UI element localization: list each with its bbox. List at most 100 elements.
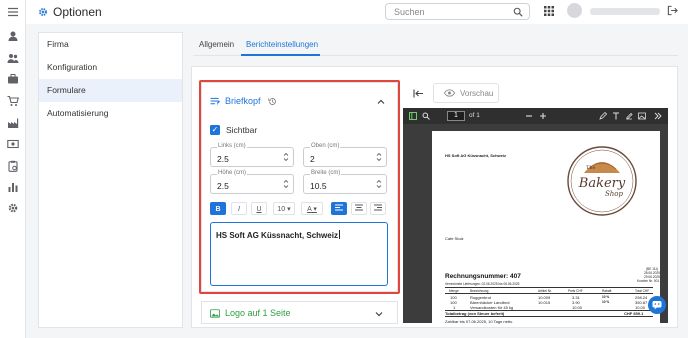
oben-field[interactable]: Oben (cm) 2 <box>303 143 387 167</box>
nav-item-firma[interactable]: Firma <box>39 33 182 56</box>
logo-card-title: Logo auf 1 Seite <box>225 308 291 318</box>
pdf-toolbar: 1 of 1 <box>403 108 668 124</box>
pdf-recipient: Cafe Stolz <box>445 236 464 241</box>
stepper-icon[interactable] <box>283 178 289 190</box>
logo-text-the: The <box>586 165 596 171</box>
preview-button[interactable]: Vorschau <box>433 83 499 103</box>
pdf-row-discount: 10 % <box>602 295 610 299</box>
search-icon[interactable] <box>513 7 523 17</box>
sidebar-icon[interactable] <box>409 112 417 120</box>
briefkopf-header[interactable]: Briefkopf <box>210 96 277 106</box>
apps-grid-icon[interactable] <box>544 6 554 16</box>
nav-item-automatisierung[interactable]: Automatisierung <box>39 102 182 125</box>
hoehe-value: 2.5 <box>217 181 229 191</box>
oben-value: 2 <box>310 154 315 164</box>
person-icon[interactable] <box>7 30 19 42</box>
stepper-icon[interactable] <box>376 151 382 163</box>
stepper-icon[interactable] <box>283 151 289 163</box>
image-icon <box>210 308 220 318</box>
logo-card[interactable]: Logo auf 1 Seite <box>201 301 398 324</box>
breite-value: 10.5 <box>310 181 327 191</box>
user-name-redacted <box>590 8 660 15</box>
chevron-down-icon[interactable] <box>375 310 383 318</box>
align-center-icon <box>355 204 363 211</box>
pdf-row-discount: 10 % <box>602 300 610 304</box>
font-size-select[interactable]: 10 ▾ <box>273 202 295 215</box>
bold-button[interactable]: B <box>210 202 226 215</box>
settings-nav: Firma Konfiguration Formulare Automatisi… <box>38 32 183 328</box>
history-icon[interactable] <box>267 97 277 106</box>
preview-label: Vorschau <box>460 88 494 98</box>
gear-icon[interactable] <box>7 202 19 214</box>
logout-icon[interactable] <box>667 5 678 16</box>
chat-button[interactable] <box>648 296 666 314</box>
factory-icon[interactable] <box>7 117 19 129</box>
tab-bar: Allgemein Berichteinstellungen <box>193 32 678 56</box>
edit-icon[interactable] <box>625 112 633 120</box>
page-title-text: Optionen <box>53 5 102 19</box>
active-tab-indicator <box>241 54 320 56</box>
tab-allgemein[interactable]: Allgemein <box>199 40 234 49</box>
avatar[interactable] <box>567 3 582 18</box>
breite-field[interactable]: Breite (cm) 10.5 <box>303 170 387 194</box>
text-color-value: A <box>307 206 312 213</box>
chevron-right-double-icon[interactable] <box>654 112 662 120</box>
italic-button[interactable]: I <box>231 202 247 215</box>
text-color-select[interactable]: A ▾ <box>301 202 323 215</box>
bakery-logo: The Bakery Shop <box>567 146 637 216</box>
checkbox-checked-icon[interactable]: ✓ <box>210 125 220 135</box>
underline-button[interactable]: U <box>251 202 267 215</box>
search-icon[interactable] <box>422 112 430 120</box>
nav-item-formulare[interactable]: Formulare <box>39 79 182 102</box>
page-number-input[interactable]: 1 <box>447 111 465 121</box>
chevron-up-icon[interactable] <box>377 98 385 106</box>
page-count: of 1 <box>469 112 480 119</box>
stepper-icon[interactable] <box>376 178 382 190</box>
align-left-button[interactable] <box>331 202 347 215</box>
nav-item-label: Konfiguration <box>47 62 98 72</box>
chart-icon[interactable] <box>7 181 19 193</box>
links-value: 2.5 <box>217 154 229 164</box>
logo-card-header: Logo auf 1 Seite <box>210 308 291 318</box>
text-format-icon <box>210 97 220 106</box>
zoom-in-icon[interactable] <box>539 112 547 120</box>
eye-icon <box>444 89 455 97</box>
clipboard-icon[interactable] <box>7 160 19 172</box>
align-right-button[interactable] <box>370 202 386 215</box>
people-icon[interactable] <box>7 52 19 64</box>
zoom-out-icon[interactable] <box>525 112 533 120</box>
money-icon[interactable] <box>7 138 19 150</box>
oben-label: Oben (cm) <box>310 143 341 149</box>
app: Optionen Suchen Firma Konfiguration Form… <box>0 0 688 338</box>
briefkopf-title: Briefkopf <box>225 96 261 106</box>
search-placeholder: Suchen <box>394 7 425 17</box>
pdf-invoice-title: Rechnungsnummer: 407 <box>445 273 521 280</box>
image-icon[interactable] <box>638 112 646 120</box>
hoehe-field[interactable]: Höhe (cm) 2.5 <box>210 170 294 194</box>
links-field[interactable]: Links (cm) 2.5 <box>210 143 294 167</box>
tab-berichteinstellungen[interactable]: Berichteinstellungen <box>246 40 318 49</box>
text-tool-icon[interactable] <box>612 112 620 120</box>
align-left-icon <box>335 204 343 211</box>
collapse-left-icon[interactable] <box>413 89 424 98</box>
briefkopf-text-editor[interactable]: HS Soft AG Küssnacht, Schweiz <box>210 222 388 286</box>
nav-item-label: Automatisierung <box>47 108 109 118</box>
search-input[interactable]: Suchen <box>385 3 530 20</box>
editor-text-content: HS Soft AG Küssnacht, Schweiz <box>216 231 338 240</box>
nav-item-label: Firma <box>47 39 69 49</box>
menu-icon[interactable] <box>7 6 19 18</box>
cart-icon[interactable] <box>7 95 19 107</box>
briefkopf-card: Briefkopf ✓ Sichtbar Links (cm) 2.5 Oben… <box>201 82 398 292</box>
editor-text: HS Soft AG Küssnacht, Schweiz <box>216 230 340 240</box>
nav-item-konfiguration[interactable]: Konfiguration <box>39 56 182 79</box>
pdf-rule <box>445 287 653 288</box>
align-center-button[interactable] <box>351 202 367 215</box>
pen-icon[interactable] <box>599 112 607 120</box>
top-bar: Optionen Suchen <box>26 0 688 24</box>
pdf-viewer: 1 of 1 HS Soft AG Küssnacht, Schweiz The… <box>403 108 668 324</box>
briefcase-icon[interactable] <box>7 73 19 85</box>
pdf-page: HS Soft AG Küssnacht, Schweiz The Bakery… <box>432 131 660 324</box>
page-title: Optionen <box>38 5 102 19</box>
chat-icon <box>652 301 662 310</box>
visible-checkbox[interactable]: ✓ Sichtbar <box>210 125 257 135</box>
